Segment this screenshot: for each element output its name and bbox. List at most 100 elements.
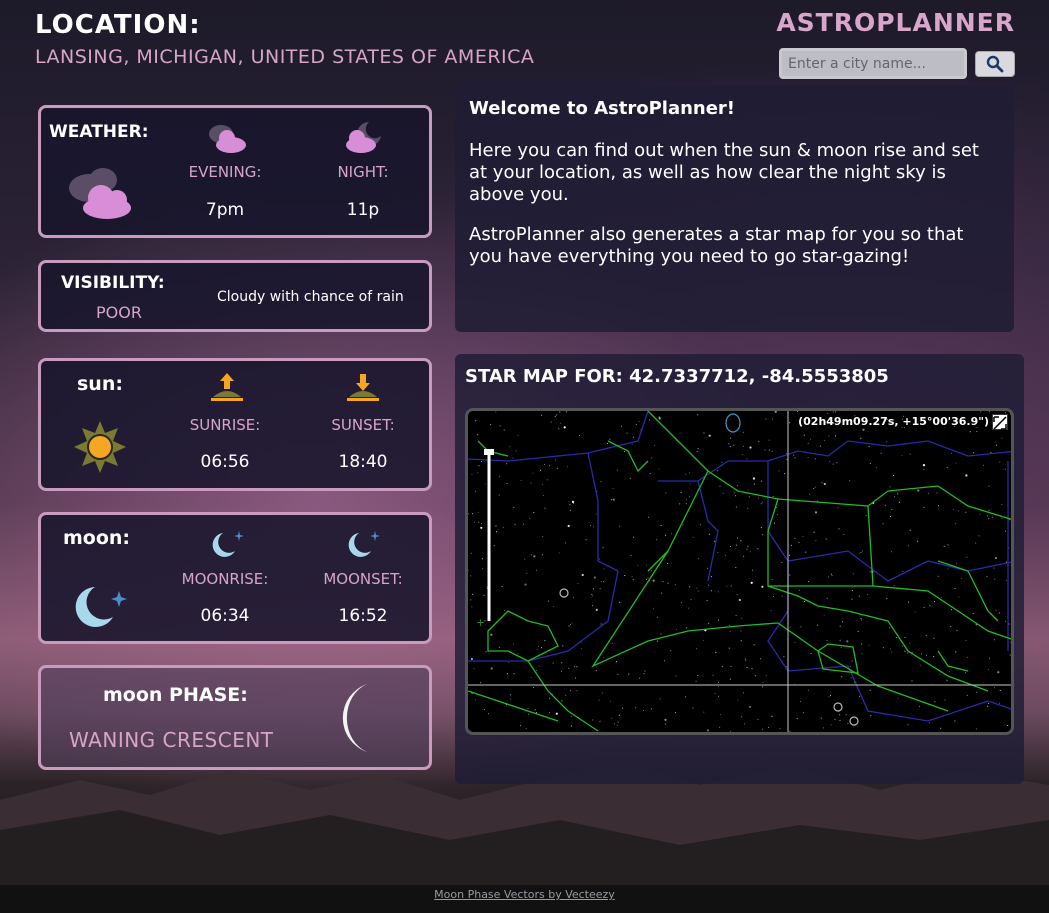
- star: [989, 657, 991, 659]
- crescent-moon-icon: [342, 684, 367, 752]
- star: [471, 606, 473, 608]
- star: [721, 461, 723, 463]
- star: [761, 585, 764, 588]
- footer: Moon Phase Vectors by Vecteezy: [0, 885, 1049, 913]
- star: [897, 493, 899, 495]
- star: [506, 463, 508, 465]
- star: [570, 725, 572, 727]
- star: [708, 533, 710, 535]
- moon-phase-card: moon PHASE: WANING CRESCENT: [38, 665, 432, 770]
- star: [729, 678, 731, 680]
- star: [951, 609, 953, 611]
- star: [923, 607, 925, 608]
- star: [807, 689, 809, 691]
- star: [994, 557, 998, 560]
- star: [728, 443, 730, 445]
- star: [966, 556, 968, 558]
- star: [555, 459, 557, 461]
- star: [696, 450, 698, 452]
- star: [836, 462, 838, 464]
- star: [955, 462, 957, 464]
- star: [832, 411, 834, 413]
- star: [498, 494, 500, 496]
- star: [851, 660, 853, 662]
- star: [512, 457, 514, 459]
- star: [740, 716, 742, 718]
- search-button[interactable]: [975, 51, 1015, 77]
- star: [762, 686, 764, 688]
- planet-marker: [833, 702, 843, 712]
- star: [922, 464, 926, 467]
- star: [927, 492, 929, 494]
- star: [960, 578, 962, 579]
- star: [490, 424, 492, 426]
- star: [714, 540, 716, 542]
- star: [478, 465, 480, 467]
- night-cloud-moon-icon: [346, 122, 381, 153]
- star: [929, 605, 931, 607]
- star: [966, 694, 968, 696]
- star: [535, 569, 537, 571]
- star: [542, 483, 544, 485]
- star: [682, 524, 684, 526]
- star: [1013, 421, 1014, 422]
- star: [688, 607, 689, 609]
- star: [889, 486, 891, 488]
- star: [689, 483, 691, 485]
- star: [509, 698, 511, 700]
- star: [659, 698, 661, 700]
- star: [976, 431, 978, 433]
- star: [484, 483, 486, 485]
- star-map[interactable]: + (02h49m09.27s, +15°00'36.9"): [465, 408, 1014, 735]
- star: [468, 569, 469, 571]
- search-input[interactable]: [779, 48, 967, 79]
- fullscreen-button[interactable]: [992, 414, 1008, 430]
- star: [569, 509, 571, 511]
- star: [656, 616, 658, 618]
- zoom-slider[interactable]: +: [476, 449, 494, 629]
- star: [490, 633, 493, 636]
- star: [735, 506, 737, 508]
- star: [474, 699, 476, 701]
- star: [868, 446, 870, 447]
- star: [898, 501, 900, 503]
- star: [870, 715, 872, 717]
- moonset-label: MOONSET:: [323, 570, 403, 588]
- moonrise-value: 06:34: [200, 606, 250, 626]
- star: [839, 714, 841, 716]
- star: [904, 636, 906, 638]
- star: [757, 548, 759, 550]
- star: [706, 729, 709, 732]
- star: [706, 600, 708, 602]
- star: [665, 534, 667, 536]
- star: [560, 670, 562, 672]
- star: [999, 702, 1000, 704]
- star: [740, 630, 742, 632]
- star: [987, 705, 989, 707]
- star: [531, 554, 532, 556]
- star: [934, 701, 936, 703]
- star: [703, 711, 705, 713]
- star: [860, 551, 862, 553]
- star: [485, 651, 487, 653]
- star: [923, 506, 925, 508]
- star: [650, 570, 652, 572]
- star: [729, 546, 731, 548]
- sunset-icon: [347, 374, 379, 401]
- crosshair: [468, 411, 1011, 732]
- star: [794, 457, 796, 459]
- star: [565, 411, 567, 413]
- star: [681, 602, 682, 604]
- star: [601, 692, 603, 694]
- star: [771, 715, 773, 717]
- star: [610, 700, 612, 702]
- star: [674, 712, 676, 714]
- star: [570, 624, 571, 626]
- footer-credit-link[interactable]: Moon Phase Vectors by Vecteezy: [434, 888, 615, 901]
- star: [834, 411, 836, 413]
- star: [789, 730, 791, 732]
- star: [532, 472, 534, 474]
- star: [965, 511, 967, 513]
- star: [538, 645, 540, 647]
- star: [857, 630, 859, 632]
